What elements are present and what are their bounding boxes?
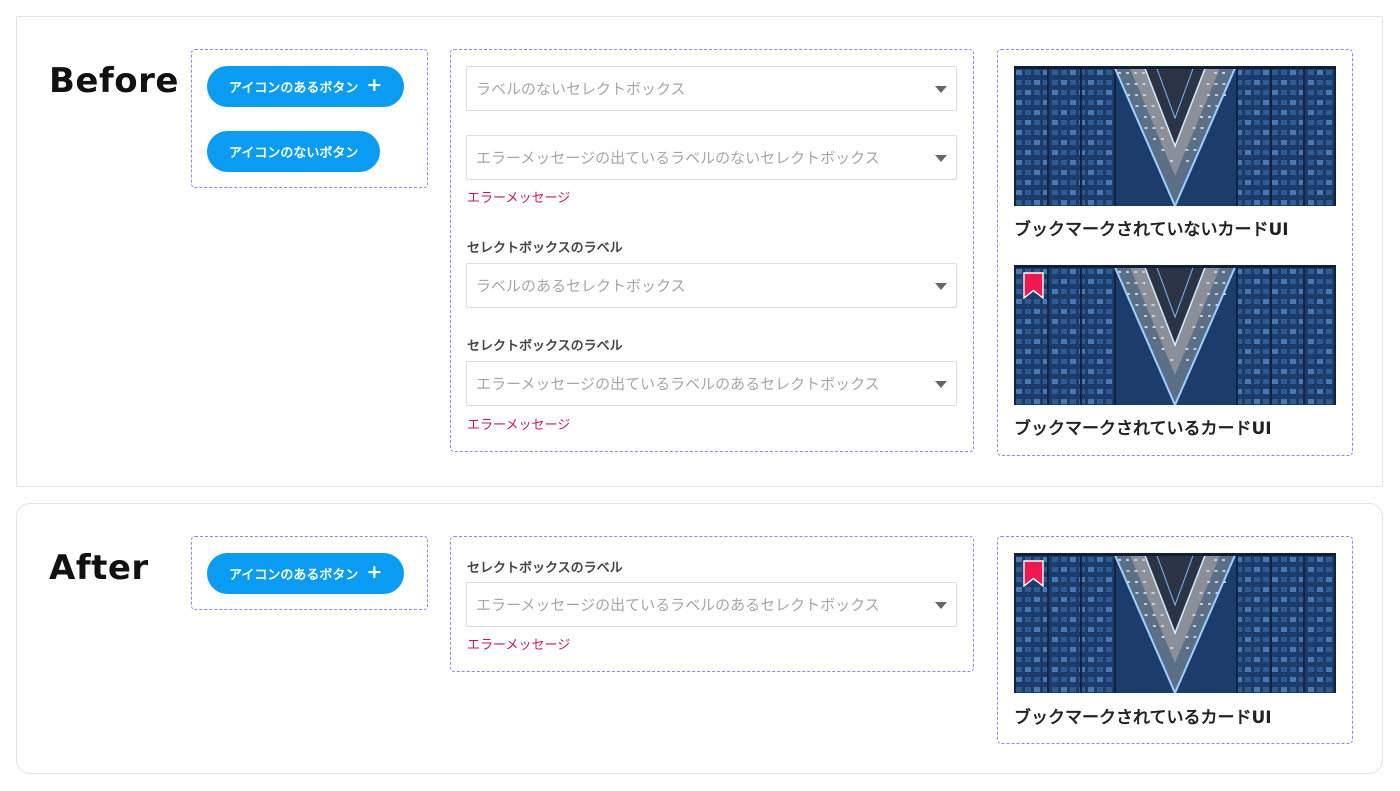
- section-title-after: After: [49, 548, 149, 588]
- building-photo: [1014, 265, 1336, 405]
- icon-button-label: アイコンのあるボタン: [229, 568, 359, 583]
- bookmark-icon[interactable]: [1023, 560, 1044, 587]
- icon-button[interactable]: アイコンのあるボタン +: [207, 553, 405, 594]
- section-title-before: Before: [49, 61, 179, 101]
- select-with-label-error[interactable]: エラーメッセージの出ているラベルのあるセレクトボックス: [466, 582, 957, 627]
- plus-icon: +: [366, 74, 383, 96]
- card-examples-group: ブックマークされているカードUI: [997, 536, 1353, 744]
- error-message: エラーメッセージ: [467, 638, 571, 653]
- after-panel: After アイコンのあるボタン + セレクトボックスのラベル エラーメッセージ…: [16, 503, 1383, 774]
- select-with-label-error[interactable]: エラーメッセージの出ているラベルのあるセレクトボックス: [466, 361, 957, 406]
- button-examples-group: アイコンのあるボタン +: [191, 536, 428, 610]
- icon-button-label: アイコンのあるボタン: [229, 81, 359, 96]
- card-examples-group: ブックマークされていないカードUI ブックマークされているカードUI: [997, 49, 1353, 456]
- select-no-label[interactable]: ラベルのないセレクトボックス: [466, 66, 957, 111]
- select-placeholder: エラーメッセージの出ているラベルのないセレクトボックス: [476, 149, 880, 167]
- select-placeholder: ラベルのあるセレクトボックス: [476, 277, 686, 295]
- card-title[interactable]: ブックマークされているカードUI: [1014, 414, 1272, 439]
- select-no-label-error[interactable]: エラーメッセージの出ているラベルのないセレクトボックス: [466, 135, 957, 180]
- caret-down-icon: [935, 86, 947, 93]
- building-photo: [1014, 553, 1336, 693]
- building-photo: [1014, 66, 1336, 206]
- error-message: エラーメッセージ: [467, 418, 571, 433]
- plain-button[interactable]: アイコンのないボタン: [207, 131, 381, 172]
- plus-icon: +: [366, 561, 383, 583]
- card-title[interactable]: ブックマークされていないカードUI: [1014, 215, 1289, 240]
- bookmark-icon[interactable]: [1023, 272, 1044, 299]
- before-panel: Before アイコンのあるボタン + アイコンのないボタン ラベルのないセレク…: [16, 16, 1383, 487]
- caret-down-icon: [935, 381, 947, 388]
- caret-down-icon: [935, 602, 947, 609]
- select-placeholder: ラベルのないセレクトボックス: [476, 80, 686, 98]
- error-message: エラーメッセージ: [467, 191, 571, 206]
- select-label: セレクトボックスのラベル: [467, 339, 623, 354]
- caret-down-icon: [935, 155, 947, 162]
- select-placeholder: エラーメッセージの出ているラベルのあるセレクトボックス: [476, 596, 880, 614]
- select-label: セレクトボックスのラベル: [467, 561, 623, 576]
- select-examples-group: ラベルのないセレクトボックス エラーメッセージの出ているラベルのないセレクトボッ…: [450, 49, 974, 452]
- select-examples-group: セレクトボックスのラベル エラーメッセージの出ているラベルのあるセレクトボックス…: [450, 536, 974, 672]
- card-title[interactable]: ブックマークされているカードUI: [1014, 703, 1272, 728]
- card-image[interactable]: [1014, 553, 1336, 693]
- select-label: セレクトボックスのラベル: [467, 241, 623, 256]
- icon-button[interactable]: アイコンのあるボタン +: [207, 66, 405, 107]
- card-image[interactable]: [1014, 265, 1336, 405]
- caret-down-icon: [935, 283, 947, 290]
- button-examples-group: アイコンのあるボタン + アイコンのないボタン: [191, 49, 428, 188]
- select-with-label[interactable]: ラベルのあるセレクトボックス: [466, 263, 957, 308]
- card-image[interactable]: [1014, 66, 1336, 206]
- select-placeholder: エラーメッセージの出ているラベルのあるセレクトボックス: [476, 375, 880, 393]
- plain-button-label: アイコンのないボタン: [229, 146, 359, 161]
